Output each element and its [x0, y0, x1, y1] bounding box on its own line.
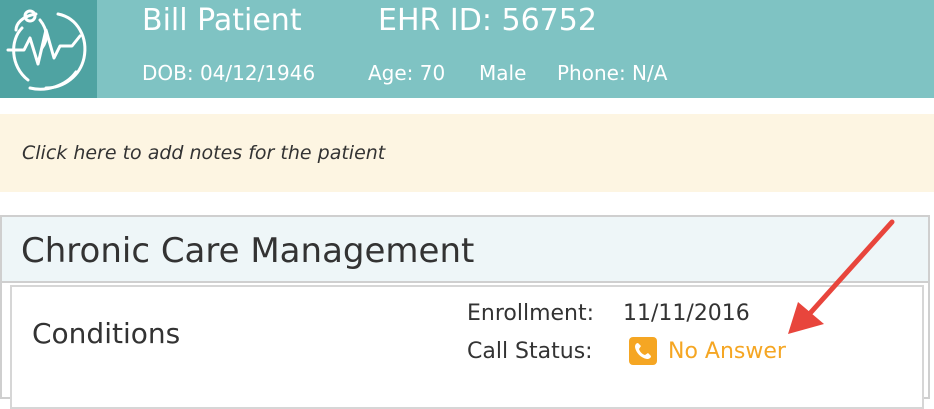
- patient-phone: Phone: N/A: [557, 61, 668, 85]
- patient-name: Bill Patient: [142, 3, 302, 38]
- call-status-value[interactable]: No Answer: [668, 339, 786, 364]
- patient-age: Age: 70: [368, 61, 446, 85]
- add-notes-prompt[interactable]: Click here to add notes for the patient: [22, 142, 385, 164]
- patient-sex: Male: [479, 61, 527, 85]
- globe-heartbeat-icon: [6, 9, 87, 91]
- patient-header: Bill Patient EHR ID: 56752 DOB: 04/12/19…: [0, 0, 934, 98]
- conditions-heading: Conditions: [32, 317, 181, 350]
- call-status-label: Call Status:: [467, 339, 593, 364]
- patient-notes-bar[interactable]: Click here to add notes for the patient: [0, 114, 934, 192]
- enrollment-label: Enrollment:: [467, 301, 595, 326]
- ccm-title: Chronic Care Management: [21, 231, 475, 271]
- phone-icon[interactable]: [629, 337, 657, 365]
- enrollment-date: 11/11/2016: [623, 301, 750, 326]
- patient-dob: DOB: 04/12/1946: [142, 61, 316, 85]
- annotation-arrow: [788, 219, 895, 334]
- ehr-id: EHR ID: 56752: [378, 3, 597, 38]
- app-logo[interactable]: [0, 0, 97, 98]
